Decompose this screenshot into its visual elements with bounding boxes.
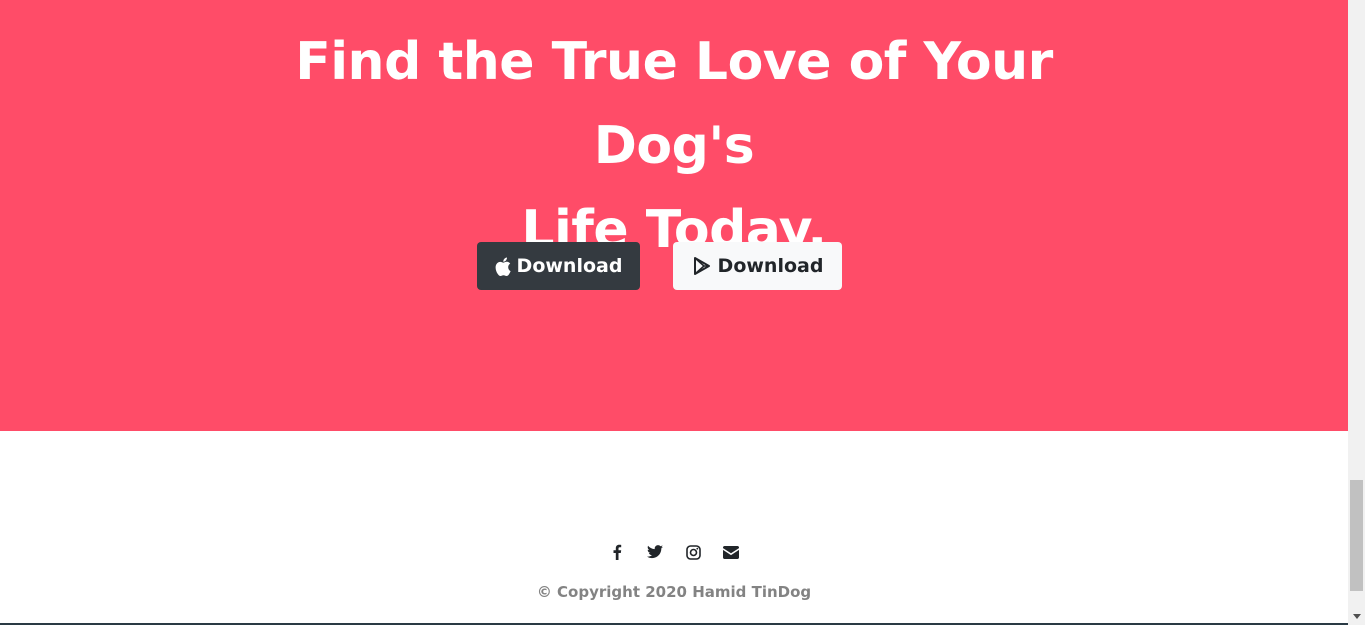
apple-download-button[interactable]: Download xyxy=(477,242,640,290)
envelope-icon[interactable] xyxy=(722,543,740,561)
scrollbar-thumb[interactable] xyxy=(1350,480,1363,591)
cta-title-line-1: Find the True Love of Your Dog's xyxy=(295,32,1053,176)
cta-section: Find the True Love of Your Dog's Life To… xyxy=(0,0,1348,431)
apple-icon xyxy=(495,257,511,276)
apple-download-label: Download xyxy=(516,255,623,277)
cta-title: Find the True Love of Your Dog's Life To… xyxy=(224,20,1124,272)
google-play-icon xyxy=(692,256,712,276)
page: Find the True Love of Your Dog's Life To… xyxy=(0,0,1365,625)
scroll-down-arrow-icon[interactable] xyxy=(1348,608,1365,625)
footer: © Copyright 2020 Hamid TinDog xyxy=(0,431,1348,625)
facebook-icon[interactable] xyxy=(608,543,626,561)
instagram-icon[interactable] xyxy=(684,543,702,561)
social-links xyxy=(0,543,1348,561)
google-play-download-button[interactable]: Download xyxy=(673,242,842,290)
copyright-text: © Copyright 2020 Hamid TinDog xyxy=(536,583,812,601)
google-play-download-label: Download xyxy=(717,255,824,277)
page-content: Find the True Love of Your Dog's Life To… xyxy=(0,0,1348,625)
twitter-icon[interactable] xyxy=(646,543,664,561)
vertical-scrollbar[interactable] xyxy=(1348,0,1365,625)
